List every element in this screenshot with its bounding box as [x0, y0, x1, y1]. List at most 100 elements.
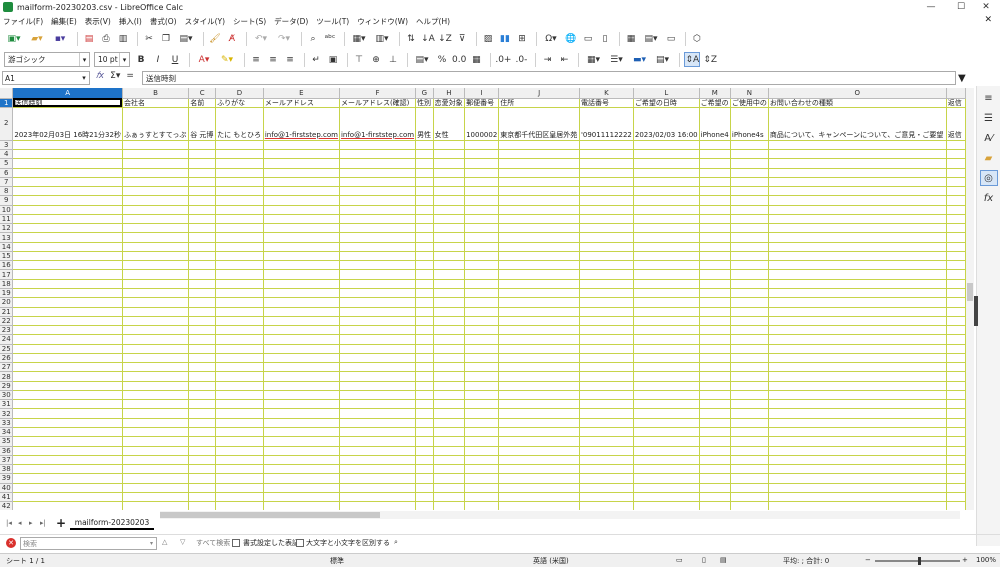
open-folder-icon[interactable]: ▰▾	[27, 31, 47, 46]
grid-cell[interactable]	[339, 177, 415, 186]
grid-cell[interactable]	[433, 502, 465, 510]
grid-cell[interactable]	[699, 270, 730, 279]
grid-cell[interactable]	[339, 418, 415, 427]
grid-cell[interactable]: たに もとひろ	[216, 107, 264, 140]
grid-cell[interactable]: お問い合わせの種類	[768, 98, 946, 107]
grid-cell[interactable]	[263, 214, 339, 223]
grid-cell[interactable]	[465, 465, 499, 474]
next-sheet-icon[interactable]: ▸	[29, 519, 33, 527]
grid-cell[interactable]	[579, 307, 633, 316]
grid-cell[interactable]	[633, 502, 699, 510]
grid-cell[interactable]	[579, 409, 633, 418]
grid-cell[interactable]	[465, 196, 499, 205]
grid-cell[interactable]	[730, 363, 768, 372]
grid-cell[interactable]	[465, 289, 499, 298]
grid-cell[interactable]	[768, 465, 946, 474]
grid-cell[interactable]	[13, 279, 123, 288]
grid-cell[interactable]	[730, 400, 768, 409]
grid-cell[interactable]	[263, 418, 339, 427]
grid-cell[interactable]	[263, 251, 339, 260]
grid-cell[interactable]	[122, 409, 188, 418]
row-header[interactable]: 19	[0, 289, 13, 298]
grid-cell[interactable]: '09011112222	[579, 107, 633, 140]
grid-cell[interactable]	[13, 307, 123, 316]
grid-cell[interactable]	[263, 344, 339, 353]
grid-cell[interactable]	[465, 409, 499, 418]
zoom-level[interactable]: 100%	[976, 556, 996, 564]
grid-cell[interactable]	[633, 270, 699, 279]
grid-cell[interactable]	[730, 326, 768, 335]
grid-cell[interactable]	[433, 363, 465, 372]
row-header[interactable]: 6	[0, 168, 13, 177]
grid-cell[interactable]	[730, 455, 768, 464]
grid-cell[interactable]	[768, 335, 946, 344]
grid-cell[interactable]	[579, 298, 633, 307]
grid-cell[interactable]	[339, 428, 415, 437]
grid-cell[interactable]	[499, 418, 580, 427]
grid-cell[interactable]	[730, 372, 768, 381]
grid-cell[interactable]	[699, 233, 730, 242]
grid-cell[interactable]	[730, 381, 768, 390]
grid-cell[interactable]	[216, 205, 264, 214]
grid-cell[interactable]	[263, 465, 339, 474]
grid-cell[interactable]: 電話番号	[579, 98, 633, 107]
grid-cell[interactable]	[768, 437, 946, 446]
grid-cell[interactable]	[465, 372, 499, 381]
grid-cell[interactable]	[768, 224, 946, 233]
vertical-scrollbar[interactable]	[966, 88, 974, 510]
grid-cell[interactable]	[263, 446, 339, 455]
grid-cell[interactable]	[263, 233, 339, 242]
row-header[interactable]: 8	[0, 187, 13, 196]
grid-cell[interactable]	[339, 474, 415, 483]
grid-cell[interactable]	[433, 298, 465, 307]
grid-cell[interactable]	[13, 177, 123, 186]
grid-cell[interactable]	[633, 446, 699, 455]
grid-cell[interactable]	[946, 307, 965, 316]
grid-cell[interactable]	[633, 492, 699, 501]
grid-cell[interactable]	[416, 233, 434, 242]
comment-icon[interactable]: ▭	[581, 31, 595, 46]
autofilter-icon[interactable]: ⊽	[455, 31, 469, 46]
grid-cell[interactable]	[579, 224, 633, 233]
grid-cell[interactable]: 1000002	[465, 107, 499, 140]
grid-cell[interactable]	[122, 251, 188, 260]
grid-cell[interactable]	[499, 289, 580, 298]
grid-cell[interactable]	[730, 150, 768, 159]
grid-cell[interactable]	[499, 502, 580, 510]
grid-cell[interactable]	[339, 344, 415, 353]
grid-cell[interactable]	[699, 483, 730, 492]
grid-cell[interactable]	[189, 233, 216, 242]
grid-cell[interactable]	[499, 483, 580, 492]
grid-cell[interactable]	[699, 502, 730, 510]
grid-cell[interactable]	[465, 177, 499, 186]
zoom-out-icon[interactable]: −	[865, 556, 871, 564]
grid-cell[interactable]	[216, 289, 264, 298]
grid-cell[interactable]	[579, 187, 633, 196]
styles-icon[interactable]: A⁄	[980, 130, 998, 146]
print-preview-icon[interactable]: ▥	[116, 31, 130, 46]
grid-cell[interactable]	[768, 140, 946, 149]
grid-cell[interactable]	[189, 400, 216, 409]
grid-cell[interactable]	[633, 390, 699, 399]
row-header[interactable]: 21	[0, 307, 13, 316]
grid-cell[interactable]	[730, 214, 768, 223]
row-header[interactable]: 23	[0, 326, 13, 335]
grid-cell[interactable]	[699, 344, 730, 353]
grid-cell[interactable]	[416, 251, 434, 260]
grid-cell[interactable]	[13, 196, 123, 205]
define-print-area-icon[interactable]: ▦	[624, 31, 638, 46]
grid-cell[interactable]	[122, 363, 188, 372]
grid-cell[interactable]	[768, 233, 946, 242]
grid-cell[interactable]	[263, 289, 339, 298]
grid-cell[interactable]	[189, 353, 216, 362]
grid-cell[interactable]	[946, 224, 965, 233]
column-header[interactable]: L	[633, 88, 699, 98]
grid-cell[interactable]	[263, 492, 339, 501]
grid-cell[interactable]	[189, 307, 216, 316]
row-header[interactable]: 1	[0, 98, 13, 107]
menu-insert[interactable]: 挿入(I)	[119, 16, 142, 27]
grid-cell[interactable]	[189, 214, 216, 223]
grid-cell[interactable]	[499, 298, 580, 307]
grid-cell[interactable]	[122, 428, 188, 437]
grid-cell[interactable]	[122, 233, 188, 242]
